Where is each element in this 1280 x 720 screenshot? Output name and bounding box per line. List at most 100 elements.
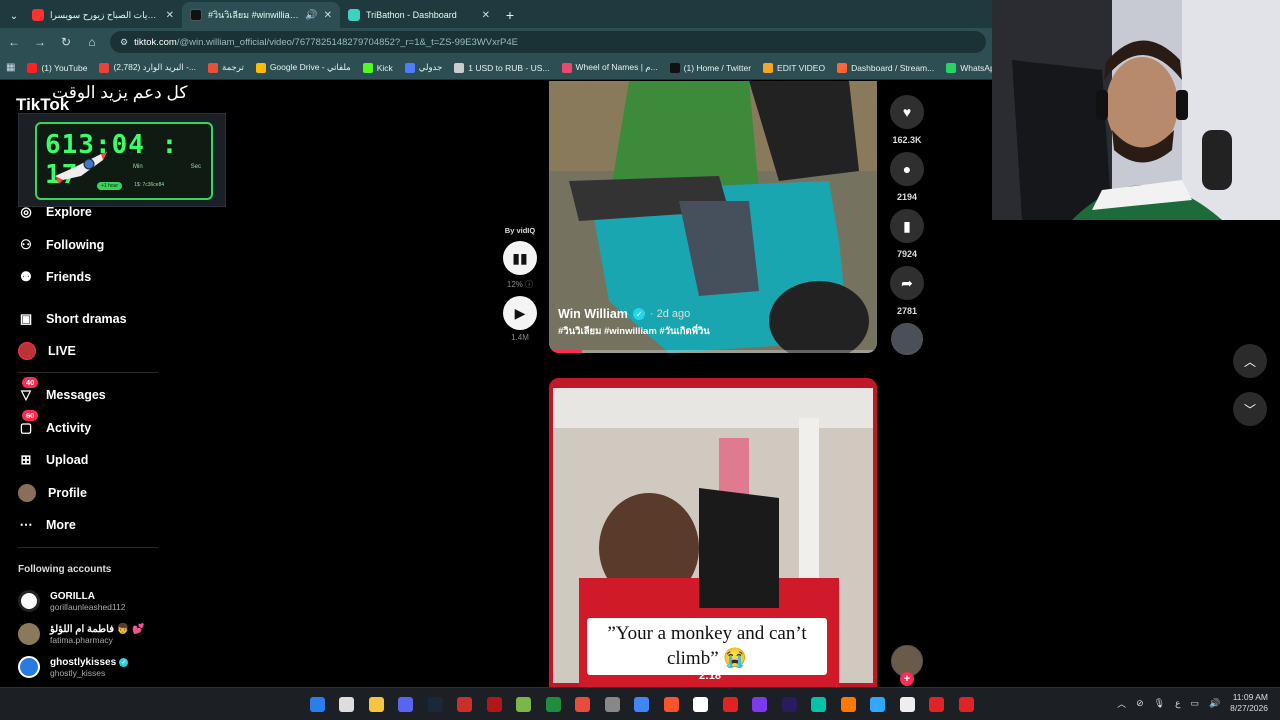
bookmark-item[interactable]: (1) YouTube (27, 62, 87, 73)
next-video-button[interactable]: ﹀ (1233, 392, 1267, 426)
premiere-icon[interactable] (778, 693, 800, 715)
app-icon[interactable] (483, 693, 505, 715)
system-clock[interactable]: 11:09 AM 8/27/2026 (1230, 692, 1268, 714)
follow-plus-button[interactable]: + (900, 672, 914, 686)
bookmark-item[interactable]: Google Drive - ملفاتي (255, 62, 351, 73)
bookmark-icon[interactable]: ▮ (890, 209, 924, 243)
app-icon[interactable] (572, 693, 594, 715)
app-icon[interactable] (926, 693, 948, 715)
app-icon[interactable] (808, 693, 830, 715)
reload-icon[interactable]: ↻ (58, 34, 74, 50)
taskbar-app-glyph (575, 696, 590, 712)
nav-profile[interactable]: Profile (18, 484, 87, 502)
bookmark-item[interactable]: جدولي (404, 62, 442, 73)
activity-icon: ▢ 60 (18, 410, 39, 436)
keyboard-language[interactable]: ع (1175, 698, 1180, 709)
new-tab-button[interactable]: + (498, 2, 522, 28)
previous-video-button[interactable]: ︿ (1233, 344, 1267, 378)
app-icon[interactable] (749, 693, 771, 715)
nav-live[interactable]: LIVE (18, 342, 76, 360)
volume-icon[interactable]: 🔊 (1209, 698, 1220, 709)
steam-icon[interactable] (424, 693, 446, 715)
share-icon[interactable]: ➦ (890, 266, 924, 300)
creator-avatar[interactable] (891, 323, 923, 355)
windows-taskbar: ︿ ⊘ 🎙 ع ▭ 🔊 11:09 AM 8/27/2026 (0, 687, 1280, 720)
discord-icon[interactable] (395, 693, 417, 715)
tab-search-icon[interactable]: ⌄ (4, 4, 24, 28)
app-icon[interactable] (837, 693, 859, 715)
app-icon[interactable] (454, 693, 476, 715)
nav-activity[interactable]: ▢ 60 Activity (18, 410, 91, 436)
divider (18, 372, 158, 373)
vidiq-stats-button[interactable]: ▮▮ (503, 241, 537, 275)
app-icon[interactable] (601, 693, 623, 715)
video-player-current[interactable]: Win William ✓ · 2d ago #วินวิเลียม #winw… (549, 81, 877, 353)
bookmark-favicon-icon (454, 62, 465, 73)
heart-icon[interactable]: ♥ (890, 95, 924, 129)
bookmark-label: Wheel of Names | م... (575, 62, 658, 72)
nav-more[interactable]: ⋯ More (18, 517, 76, 533)
home-icon[interactable]: ⌂ (84, 34, 100, 50)
bookmark-item[interactable]: Kick (362, 62, 393, 73)
forward-icon[interactable]: → (32, 34, 48, 50)
search-icon[interactable] (336, 693, 358, 715)
tab-tiktok[interactable]: #วินวิเลียม #winwilliam #วิ... 🔊 ✕ (182, 2, 340, 28)
following-account[interactable]: ghostlykisses ✓ ghostly_kisses (18, 656, 129, 678)
following-account[interactable]: فاطمة ام اللؤلؤ 👦 💕 fatima.pharmacy (18, 623, 144, 645)
back-icon[interactable]: ← (6, 34, 22, 50)
chrome-icon[interactable] (631, 693, 653, 715)
nav-following[interactable]: ⚇ Following (18, 237, 104, 253)
tray-chevron-icon[interactable]: ︿ (1117, 697, 1126, 710)
windows-start-icon[interactable] (306, 693, 328, 715)
nav-messages[interactable]: ▽ 40 Messages (18, 377, 106, 403)
video-author[interactable]: Win William ✓ · 2d ago (558, 307, 690, 321)
taskbar-app-glyph (663, 696, 679, 712)
app-icon[interactable] (542, 693, 564, 715)
nav-friends[interactable]: ⚉ Friends (18, 269, 91, 285)
nav-short-dramas[interactable]: ▣ Short dramas (18, 311, 127, 327)
photoshop-icon[interactable] (867, 693, 889, 715)
following-account[interactable]: GORILLA gorillaunleashed112 (18, 590, 125, 612)
bookmark-item[interactable]: ترجمة (208, 62, 244, 73)
bookmark-item[interactable]: (2,782) البريد الوارد -... (99, 62, 196, 73)
app-icon[interactable] (719, 693, 741, 715)
bookmark-item[interactable]: (1) Home / Twitter (669, 62, 751, 73)
nav-upload[interactable]: ⊞ Upload (18, 452, 89, 468)
share-action[interactable]: ➦ 2781 (889, 266, 925, 316)
brave-icon[interactable] (660, 693, 682, 715)
like-action[interactable]: ♥ 162.3K (889, 95, 925, 145)
close-tab-icon[interactable]: ✕ (166, 10, 174, 21)
display-icon[interactable]: ▭ (1190, 698, 1199, 709)
bookmark-item[interactable]: Dashboard / Stream... (837, 62, 934, 73)
apps-grid-icon[interactable]: ▦ (6, 62, 15, 73)
mute-icon[interactable]: 🔊 (305, 10, 317, 21)
url-field[interactable]: ⚙ tiktok.com/@win.william_official/video… (110, 31, 986, 53)
play-button[interactable]: ▶ (503, 296, 537, 330)
comment-action[interactable]: ● 2194 (889, 152, 925, 202)
bookmark-item[interactable]: EDIT VIDEO (763, 62, 825, 73)
video-player-next[interactable]: ”Your a monkey and can’t climb” 😭 2:18 (549, 378, 877, 687)
app-icon[interactable] (896, 693, 918, 715)
video-caption[interactable]: #วินวิเลียม #winwilliam #วันเกิดพี่วิน (558, 324, 710, 339)
info-icon[interactable]: ⓘ (525, 280, 533, 289)
webcam-overlay (992, 0, 1280, 220)
messages-icon: ▽ 40 (18, 377, 39, 403)
bookmark-action[interactable]: ▮ 7924 (889, 209, 925, 259)
bookmark-item[interactable]: Wheel of Names | م... (561, 62, 658, 73)
tab-youtube[interactable]: فيروزيات الصباح زيورح سويسرا... ✕ (24, 2, 182, 28)
close-tab-icon[interactable]: ✕ (482, 10, 490, 21)
microphone-icon[interactable]: 🎙 (1154, 698, 1165, 709)
network-off-icon[interactable]: ⊘ (1136, 698, 1144, 709)
app-icon[interactable] (955, 693, 977, 715)
nav-explore[interactable]: ◎ Explore (18, 204, 92, 220)
app-icon[interactable] (513, 693, 535, 715)
site-info-icon[interactable]: ⚙ (120, 37, 128, 48)
app-icon[interactable] (690, 693, 712, 715)
file-explorer-icon[interactable] (365, 693, 387, 715)
bookmark-item[interactable]: 1 USD to RUB - US... (454, 62, 550, 73)
comment-icon[interactable]: ● (890, 152, 924, 186)
close-tab-icon[interactable]: ✕ (324, 10, 332, 21)
tab-tribathon[interactable]: TriBathon - Dashboard ✕ (340, 2, 498, 28)
bookmark-item[interactable]: WhatsApp (946, 62, 992, 73)
video-progress-bar[interactable] (549, 350, 877, 353)
